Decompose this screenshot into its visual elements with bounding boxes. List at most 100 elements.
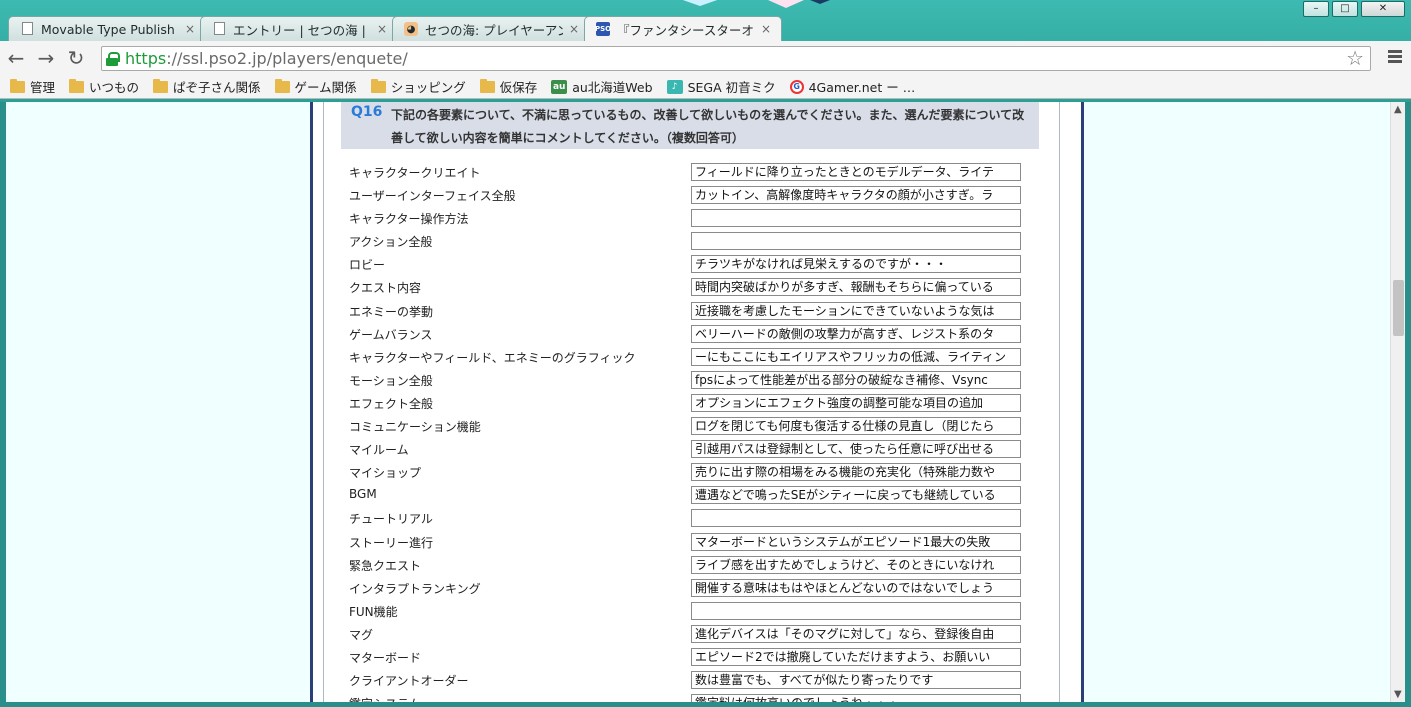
tab-close-icon[interactable]: × xyxy=(569,22,579,36)
comment-input[interactable]: 遭遇などで鳴ったSEがシティーに戻っても継続している xyxy=(691,486,1021,505)
page-icon xyxy=(22,22,33,35)
answer-row: ストーリー進行 マターボードというシステムがエピソード1最大の失敗 xyxy=(349,532,1049,555)
bookmark-au-hokkaido[interactable]: au au北海道Web xyxy=(551,77,653,96)
bookmark-folder-itsumono[interactable]: いつもの xyxy=(69,77,139,96)
tab-movable-type[interactable]: Movable Type Publish × xyxy=(8,16,206,41)
answer-row: ロビー チラツキがなければ見栄えするのですが・・・ xyxy=(349,254,1049,277)
comment-input[interactable]: fpsによって性能差が出る部分の破綻なき補修、Vsync xyxy=(691,370,1021,389)
folder-icon xyxy=(69,78,85,93)
answer-row: ユーザーインターフェイス全般 カットイン、高解像度時キャラクタの顔が小さすぎ。ラ xyxy=(349,185,1049,208)
lock-icon xyxy=(106,52,120,66)
answer-row: キャラクタークリエイト フィールドに降り立ったときとのモデルデータ、ライテ xyxy=(349,162,1049,185)
comment-input[interactable]: 近接職を考慮したモーションにできていないような気は xyxy=(691,301,1021,320)
element-label: エネミーの挙動 xyxy=(349,304,434,319)
bookmark-folder-game[interactable]: ゲーム関係 xyxy=(274,77,357,96)
folder-icon xyxy=(370,78,386,93)
answer-row: クライアントオーダー 数は豊富でも、すべてが似たり寄ったりです xyxy=(349,670,1049,693)
scrollbar-thumb[interactable] xyxy=(1393,280,1404,336)
comment-input[interactable]: 引越用パスは登録制として、使ったら任意に呼び出せる xyxy=(691,440,1021,459)
comment-input[interactable]: ーにもここにもエイリアスやフリッカの低減、ライティン xyxy=(691,347,1021,366)
4gamer-icon: G xyxy=(789,79,804,94)
tab-player-survey-blog[interactable]: ◕ セつの海: プレイヤーアンケ × xyxy=(392,16,590,41)
bookmark-star-icon[interactable]: ☆ xyxy=(1346,47,1364,70)
comment-input[interactable] xyxy=(691,601,1021,620)
back-button[interactable]: ← xyxy=(2,44,30,72)
comment-input[interactable]: 売りに出す際の相場をみる機能の充実化（特殊能力数や xyxy=(691,463,1021,482)
bookmark-folder-pazoko[interactable]: ぱぞ子さん関係 xyxy=(153,77,261,96)
bookmark-folder-kanri[interactable]: 管理 xyxy=(10,77,55,96)
bookmark-folder-shopping[interactable]: ショッピング xyxy=(370,77,466,96)
comment-input[interactable]: マターボードというシステムがエピソード1最大の失敗 xyxy=(691,532,1021,551)
comment-input[interactable]: 時間内突破ばかりが多すぎ、報酬もそちらに偏っている xyxy=(691,278,1021,297)
au-icon: au xyxy=(551,79,568,94)
comment-input[interactable]: 開催する意味はもはやほとんどないのではないでしょう xyxy=(691,578,1021,597)
close-window-button[interactable]: ✕ xyxy=(1361,1,1405,17)
comment-input[interactable]: ライブ感を出すためでしょうけど、そのときにいなけれ xyxy=(691,555,1021,574)
answer-row: FUN機能 xyxy=(349,601,1049,624)
comment-input[interactable] xyxy=(691,209,1021,228)
answer-row: BGM 遭遇などで鳴ったSEがシティーに戻っても継続している xyxy=(349,485,1049,508)
element-label: ユーザーインターフェイス全般 xyxy=(349,189,516,204)
question-text: 下記の各要素について、不満に思っているもの、改善して欲しいものを選んでください。… xyxy=(391,108,1025,145)
address-bar[interactable]: https ://ssl.pso2.jp/players/enquete/ ☆ xyxy=(101,46,1371,71)
comment-input[interactable]: 進化デバイスは「そのマグに対して」なら、登録後自由 xyxy=(691,624,1021,643)
element-label: アクション全般 xyxy=(349,235,433,250)
answer-row: マターボード エピソード2では撤廃していただけますよう、お願いい xyxy=(349,647,1049,670)
comment-input[interactable]: チラツキがなければ見栄えするのですが・・・ xyxy=(691,255,1021,274)
element-label: マターボード xyxy=(349,650,422,665)
comment-input[interactable] xyxy=(691,232,1021,251)
comment-input[interactable] xyxy=(691,509,1021,528)
answer-row: 緊急クエスト ライブ感を出すためでしょうけど、そのときにいなけれ xyxy=(349,555,1049,578)
comment-input[interactable]: カットイン、高解像度時キャラクタの顔が小さすぎ。ラ xyxy=(691,186,1021,205)
comment-input[interactable]: ログを閉じても何度も復活する仕様の見直し（閉じたら xyxy=(691,417,1021,436)
answer-row: マイショップ 売りに出す際の相場をみる機能の充実化（特殊能力数や xyxy=(349,462,1049,485)
reload-button[interactable]: ↻ xyxy=(62,44,90,72)
toolbar: ← → ↻ https ://ssl.pso2.jp/players/enque… xyxy=(0,41,1411,75)
answer-row: マイルーム 引越用パスは登録制として、使ったら任意に呼び出せる xyxy=(349,439,1049,462)
answer-row: アクション全般 xyxy=(349,231,1049,254)
tab-strip: Movable Type Publish × エントリー | セつの海 | M … xyxy=(8,16,782,41)
scroll-down-icon[interactable]: ▼ xyxy=(1394,689,1402,700)
answer-row: クエスト内容 時間内突破ばかりが多すぎ、報酬もそちらに偏っている xyxy=(349,277,1049,300)
tab-close-icon[interactable]: × xyxy=(377,22,387,36)
element-label: FUN機能 xyxy=(349,604,398,619)
answer-row: コミュニケーション機能 ログを閉じても何度も復活する仕様の見直し（閉じたら xyxy=(349,416,1049,439)
element-label: マグ xyxy=(349,627,374,642)
tab-entry[interactable]: エントリー | セつの海 | M × xyxy=(200,16,398,41)
folder-icon xyxy=(153,78,169,93)
comment-input[interactable]: ベリーハードの敵側の攻撃力が高すぎ、レジスト系のタ xyxy=(691,324,1021,343)
tab-close-icon[interactable]: × xyxy=(185,22,195,36)
bookmark-sega-miku[interactable]: ♪ SEGA 初音ミク xyxy=(666,77,776,96)
answer-row: キャラクターやフィールド、エネミーのグラフィック ーにもここにもエイリアスやフリッ… xyxy=(349,347,1049,370)
tab-label: セつの海: プレイヤーアンケ xyxy=(425,22,563,38)
forward-button[interactable]: → xyxy=(32,44,60,72)
folder-icon xyxy=(10,78,25,93)
answer-row: モーション全般 fpsによって性能差が出る部分の破綻なき補修、Vsync xyxy=(349,370,1049,393)
tab-close-icon[interactable]: × xyxy=(761,22,771,36)
maximize-button[interactable]: □ xyxy=(1332,1,1358,17)
comment-input[interactable]: フィールドに降り立ったときとのモデルデータ、ライテ xyxy=(691,163,1021,181)
comment-input[interactable]: エピソード2では撤廃していただけますよう、お願いい xyxy=(691,647,1021,666)
element-label: キャラクター操作方法 xyxy=(349,212,469,227)
answer-row: チュートリアル xyxy=(349,508,1049,531)
element-label: クライアントオーダー xyxy=(349,674,469,689)
scroll-up-icon[interactable]: ▲ xyxy=(1394,104,1402,115)
bookmarks-bar: 管理 いつもの ぱぞ子さん関係 ゲーム関係 ショッピング 仮保存 au au北海道… xyxy=(0,75,1411,99)
comment-input[interactable]: オプションにエフェクト強度の調整可能な項目の追加 xyxy=(691,393,1021,412)
element-label: チュートリアル xyxy=(349,512,433,527)
element-label: モーション全般 xyxy=(349,373,433,388)
menu-icon[interactable] xyxy=(1388,50,1402,65)
element-label: マイルーム xyxy=(349,443,409,458)
vertical-scrollbar[interactable]: ▲ ▼ xyxy=(1390,102,1405,702)
element-label: インタラプトランキング xyxy=(349,581,481,596)
comment-input[interactable]: 鑑定料は何故高いのでしょうね・・・ xyxy=(691,694,1021,702)
element-label: ストーリー進行 xyxy=(349,535,434,550)
element-label: BGM xyxy=(349,487,377,502)
tab-pso2[interactable]: PSO 『ファンタシースターオンラ × xyxy=(584,16,782,41)
comment-input[interactable]: 数は豊富でも、すべてが似たり寄ったりです xyxy=(691,671,1021,690)
url-scheme: https xyxy=(125,49,167,68)
bookmark-4gamer[interactable]: G 4Gamer.net ー … xyxy=(789,77,915,96)
bookmark-folder-karihozon[interactable]: 仮保存 xyxy=(479,77,537,96)
element-label: ゲームバランス xyxy=(349,327,433,342)
minimize-button[interactable]: – xyxy=(1303,1,1329,17)
